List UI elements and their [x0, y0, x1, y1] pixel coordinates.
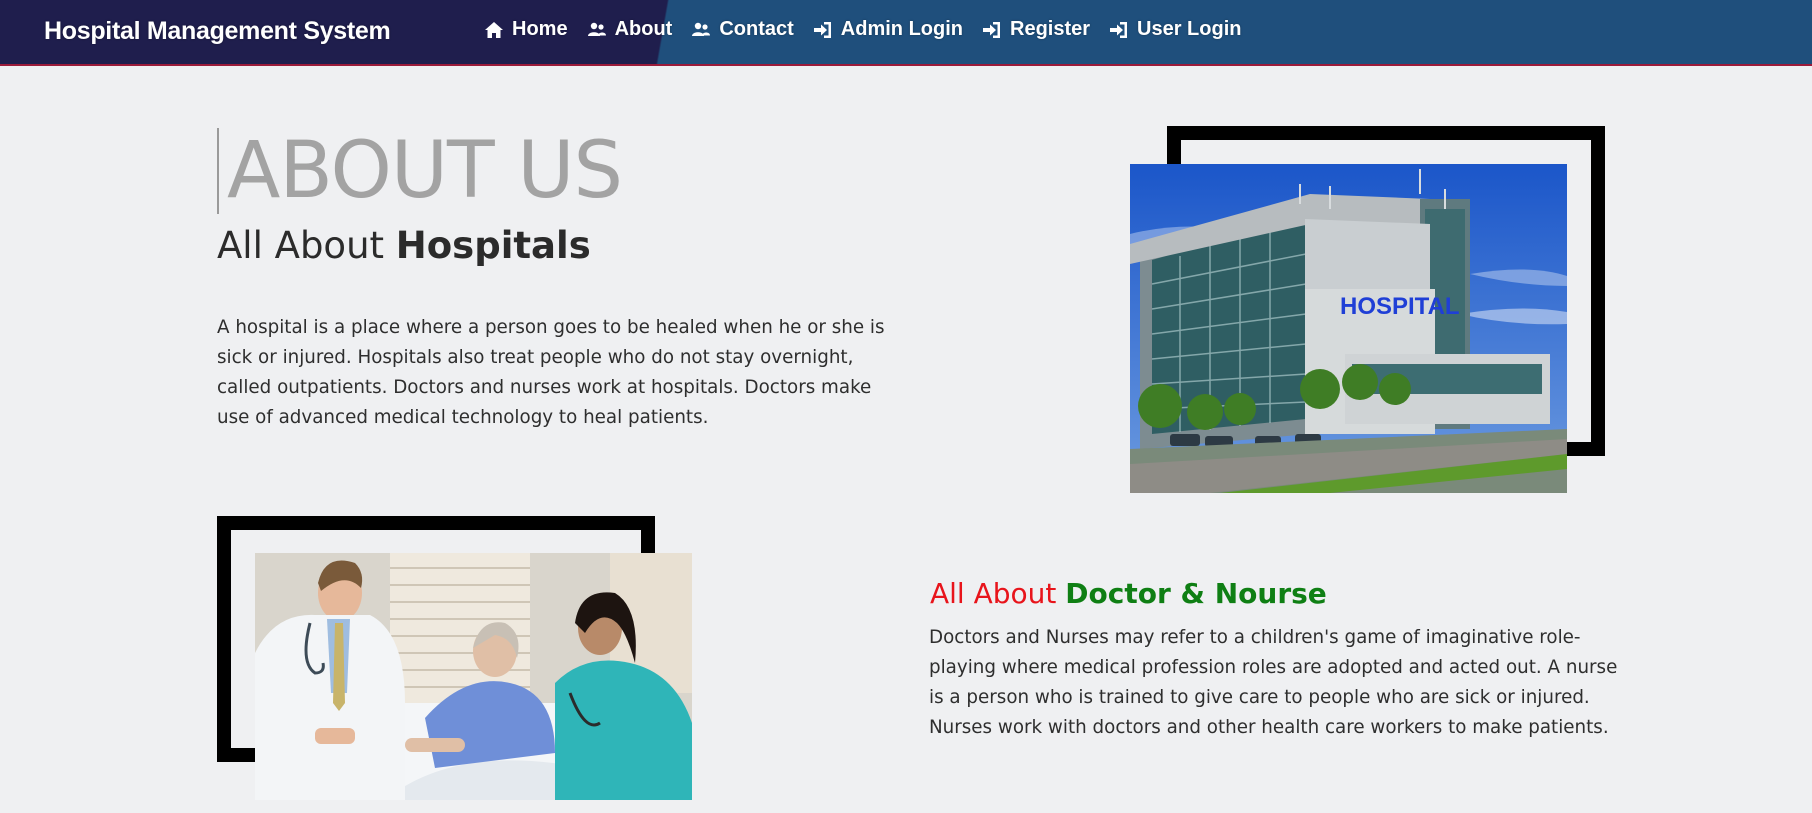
doctor-nurse-image — [255, 553, 692, 800]
nav-user-login[interactable]: User Login — [1109, 18, 1241, 41]
sign-in-icon — [983, 21, 1000, 38]
hospital-sign: HOSPITAL — [1340, 293, 1460, 320]
home-icon — [485, 21, 503, 38]
subheading-bold: Hospitals — [395, 224, 591, 267]
nav-register[interactable]: Register — [982, 18, 1090, 41]
nav-home-label: Home — [512, 18, 568, 40]
subheading-normal: All About — [217, 224, 396, 267]
doctor-heading-red: All About — [930, 577, 1066, 610]
users-icon — [587, 22, 606, 36]
nav-contact[interactable]: Contact — [691, 18, 794, 41]
about-us-title: ABOUT US — [227, 126, 623, 216]
nav-about-label: About — [614, 18, 673, 40]
nav-menu: Home About Contact Admin Login Register … — [484, 18, 1260, 41]
brand-title[interactable]: Hospital Management System — [44, 17, 391, 46]
hospital-building-image: HOSPITAL — [1130, 164, 1567, 493]
doctor-nurse-heading: All About Doctor & Nourse — [930, 577, 1327, 610]
hospital-description: A hospital is a place where a person goe… — [217, 317, 885, 428]
nav-user-login-label: User Login — [1137, 18, 1242, 40]
sign-in-icon — [1110, 21, 1128, 38]
hospitals-subheading: All About Hospitals — [217, 224, 591, 267]
nav-admin-login[interactable]: Admin Login — [813, 18, 963, 41]
doctor-heading-green: Doctor & Nourse — [1065, 577, 1327, 610]
nav-register-label: Register — [1010, 18, 1091, 40]
nav-home[interactable]: Home — [484, 18, 568, 41]
doctor-nurse-description: Doctors and Nurses may refer to a childr… — [929, 627, 1618, 738]
nav-contact-label: Contact — [719, 18, 794, 40]
nav-admin-login-label: Admin Login — [840, 18, 963, 40]
nav-about[interactable]: About — [587, 18, 673, 41]
sign-in-icon — [813, 21, 831, 38]
top-navbar: Hospital Management System Home About Co… — [0, 0, 1812, 66]
about-us-heading: ABOUT US — [217, 126, 623, 216]
users-icon — [692, 22, 711, 36]
